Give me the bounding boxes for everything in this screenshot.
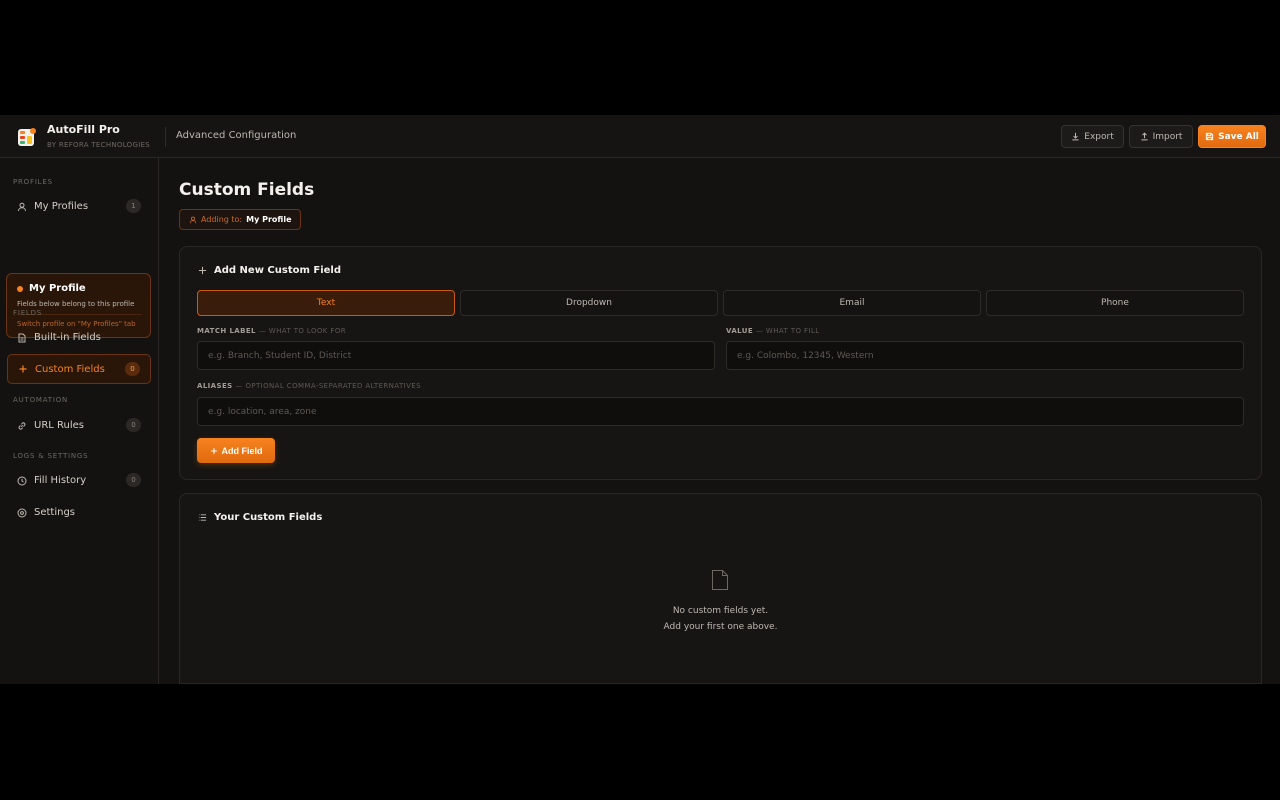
sidebar-item-label: Built-in Fields [34, 332, 101, 343]
field-type-tab-text[interactable]: Text [197, 290, 455, 316]
aliases-input[interactable] [197, 397, 1244, 426]
empty-document-icon [712, 570, 728, 590]
list-icon [198, 514, 207, 521]
aliases-label: ALIASES — OPTIONAL COMMA-SEPARATED ALTER… [197, 382, 421, 390]
user-icon [17, 202, 27, 212]
adding-to-label: Adding to: [201, 215, 243, 224]
sidebar-item-label: My Profiles [34, 201, 89, 212]
section-label-logs-settings: LOGS & SETTINGS [13, 452, 89, 460]
fill-history-count-badge: 0 [126, 473, 141, 487]
empty-state-hint: Add your first one above. [663, 622, 778, 632]
add-custom-field-heading: Add New Custom Field [198, 265, 341, 276]
field-type-tab-phone[interactable]: Phone [986, 290, 1244, 316]
sidebar-item-label: URL Rules [34, 420, 84, 431]
aliases-hint: — OPTIONAL COMMA-SEPARATED ALTERNATIVES [235, 382, 421, 390]
plus-icon [18, 364, 28, 374]
user-icon [189, 216, 197, 223]
match-label-title: MATCH LABEL [197, 327, 256, 335]
document-icon [17, 333, 27, 343]
page-title: Custom Fields [179, 180, 315, 200]
section-label-automation: AUTOMATION [13, 396, 69, 404]
value-hint: — WHAT TO FILL [755, 327, 820, 335]
sidebar-item-label: Settings [34, 507, 76, 518]
adding-to-badge: Adding to: My Profile [179, 209, 301, 230]
value-title: VALUE [726, 327, 754, 335]
add-custom-field-title: Add New Custom Field [214, 265, 341, 276]
add-custom-field-card: Add New Custom Field Text Dropdown Email… [179, 246, 1262, 480]
custom-fields-list-heading: Your Custom Fields [198, 512, 322, 523]
sidebar-item-my-profiles[interactable]: My Profiles 1 [7, 192, 151, 221]
match-label-input[interactable] [197, 341, 715, 370]
import-label: Import [1152, 131, 1183, 142]
sidebar-item-settings[interactable]: Settings [7, 498, 151, 527]
match-label-label: MATCH LABEL — WHAT TO LOOK FOR [197, 327, 346, 335]
top-bar: AutoFill Pro BY REFORA TECHNOLOGIES Adva… [0, 115, 1280, 158]
app-subtitle: BY REFORA TECHNOLOGIES [47, 141, 151, 149]
active-profile-dot [17, 286, 23, 292]
app-title: AutoFill Pro [47, 123, 120, 136]
field-type-tab-dropdown[interactable]: Dropdown [460, 290, 718, 316]
topbar-divider [165, 127, 166, 147]
save-icon [1205, 132, 1214, 141]
link-icon [17, 421, 27, 431]
sidebar-item-label: Fill History [34, 475, 87, 486]
download-icon [1072, 132, 1079, 141]
sidebar-item-label: Custom Fields [35, 363, 105, 375]
profiles-count-badge: 1 [126, 199, 141, 213]
main-content: Custom Fields Adding to: My Profile Add … [159, 158, 1280, 684]
plus-icon [210, 447, 217, 454]
empty-state-message: No custom fields yet. [672, 606, 769, 616]
active-profile-name: My Profile [29, 283, 86, 294]
add-field-label: Add Field [221, 445, 263, 456]
plus-icon [198, 266, 207, 275]
active-profile-note: Fields below belong to this profile [17, 300, 135, 308]
sidebar-item-custom-fields[interactable]: Custom Fields 0 [7, 354, 151, 384]
url-rules-count-badge: 0 [126, 418, 141, 432]
app-window: AutoFill Pro BY REFORA TECHNOLOGIES Adva… [0, 115, 1280, 684]
export-button[interactable]: Export [1061, 125, 1124, 148]
gear-icon [17, 508, 27, 518]
section-label-profiles: PROFILES [13, 178, 53, 186]
upload-icon [1140, 132, 1148, 141]
custom-fields-list-title: Your Custom Fields [214, 512, 323, 523]
match-label-hint: — WHAT TO LOOK FOR [258, 327, 347, 335]
value-input[interactable] [726, 341, 1244, 370]
custom-fields-list-card: Your Custom Fields No custom fields yet.… [179, 493, 1262, 684]
import-button[interactable]: Import [1129, 125, 1193, 148]
add-field-button[interactable]: Add Field [197, 438, 275, 463]
sidebar-item-builtin-fields[interactable]: Built-in Fields [7, 323, 151, 352]
field-type-tab-email[interactable]: Email [723, 290, 981, 316]
custom-fields-count-badge: 0 [125, 362, 140, 376]
adding-to-value: My Profile [246, 215, 292, 224]
clock-icon [17, 476, 27, 486]
save-all-label: Save All [1218, 131, 1259, 142]
page-context: Advanced Configuration [176, 130, 297, 141]
aliases-title: ALIASES [197, 382, 233, 390]
save-all-button[interactable]: Save All [1198, 125, 1266, 148]
export-label: Export [1084, 131, 1114, 142]
section-label-fields: FIELDS [13, 309, 43, 317]
value-label: VALUE — WHAT TO FILL [726, 327, 820, 335]
sidebar: PROFILES My Profiles 1 My Profile Fields… [0, 158, 159, 684]
sidebar-item-fill-history[interactable]: Fill History 0 [7, 466, 151, 495]
app-logo-icon [18, 128, 36, 146]
sidebar-item-url-rules[interactable]: URL Rules 0 [7, 411, 151, 440]
